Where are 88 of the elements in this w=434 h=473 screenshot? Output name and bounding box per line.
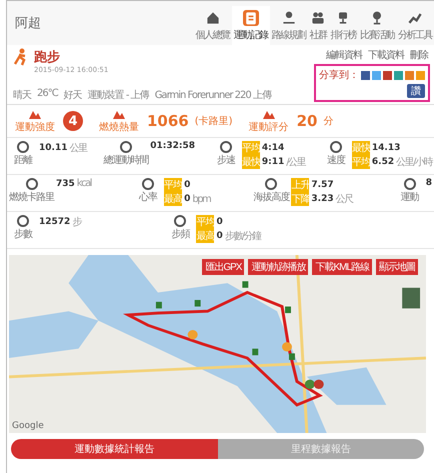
stat-label: 速度: [326, 154, 345, 167]
stat-tag: 最快: [242, 155, 260, 169]
stat-value: 6.52: [372, 157, 394, 167]
stat-tag: 下降: [291, 192, 310, 206]
condition-text: 好天: [64, 89, 82, 102]
stat-tag: 平均: [352, 155, 370, 169]
stat-tag: 最高: [164, 192, 182, 206]
stat-icon: [402, 178, 417, 190]
stat-unit: 步數/分鐘: [224, 230, 261, 243]
stat-value: 9:11: [262, 157, 284, 167]
stat-value: 12572: [39, 217, 70, 227]
summary-value: 1066: [147, 112, 189, 130]
nav-tab[interactable]: 社群: [308, 6, 328, 45]
stat-tag: 平均: [242, 141, 260, 155]
map-button[interactable]: 顯示地圖: [376, 259, 418, 275]
summary-unit: 分: [323, 115, 334, 128]
activity-type: 跑步: [34, 49, 61, 66]
stat-value: 14.13: [372, 143, 400, 153]
stat-unit: 公里/小時: [396, 156, 432, 169]
stat-tag: 最快: [352, 141, 370, 155]
nav-icon: [204, 10, 220, 26]
stat-value: 01:32:58: [150, 141, 196, 151]
stat-unit: kcal: [76, 178, 91, 189]
nav-icon: [280, 10, 296, 26]
condition-text: 26°C: [37, 88, 58, 101]
nav-tab[interactable]: 分析工具: [396, 6, 434, 45]
share-label: 分享到：: [319, 68, 359, 82]
like-button[interactable]: 讚: [407, 84, 425, 98]
action-link[interactable]: 編輯資料: [326, 48, 362, 62]
stat-unit: 公尺: [336, 193, 353, 206]
stat-unit: bpm: [192, 194, 210, 204]
user-name: 阿超: [15, 15, 41, 32]
stat-icon: [118, 141, 133, 153]
stat-value: 4:14: [262, 143, 284, 153]
summary-label: 運動評分: [248, 120, 289, 134]
map-button[interactable]: 運動軌跡播放: [248, 259, 308, 275]
nav-tab[interactable]: 路線規劃: [270, 6, 308, 45]
action-link[interactable]: 刪除: [410, 48, 428, 62]
stat-value: 7.57: [311, 180, 334, 190]
map-button[interactable]: 匯出GPX: [202, 259, 244, 275]
stat-value: 10.11: [39, 143, 68, 153]
map-attribution: Google: [12, 421, 44, 431]
nav-icon: [242, 10, 258, 26]
stat-label: 總運動時間: [103, 154, 148, 167]
summary-value: 20: [296, 112, 318, 130]
stat-icon: [141, 178, 156, 190]
stat-label: 心率: [139, 190, 158, 204]
stat-unit: 公里: [69, 142, 86, 155]
stat-value: 3.23: [311, 194, 334, 204]
stat-label: 步頻: [171, 228, 190, 241]
stat-value: 735: [56, 178, 75, 188]
stat-value: 0: [184, 194, 190, 204]
stat-label: 步數: [14, 228, 32, 241]
stat-value: 0: [216, 217, 223, 227]
stat-icon: [16, 215, 30, 227]
stat-icon: [328, 141, 343, 153]
action-link[interactable]: 下載資料: [368, 48, 404, 62]
stat-label: 海拔高度: [253, 190, 290, 204]
condition-text: 運動裝置 - 上傳: [88, 88, 149, 102]
stat-unit: 步: [72, 216, 81, 229]
map-button[interactable]: 下載KML路線: [312, 259, 372, 275]
stat-icon: [218, 141, 233, 153]
stat-label: 步速: [216, 154, 235, 167]
stat-icon: [24, 178, 38, 190]
nav-tab[interactable]: 排行榜: [328, 6, 358, 45]
stat-label: 運動: [400, 191, 419, 204]
condition-text: 晴天: [13, 88, 31, 102]
stat-tag: 平均: [164, 178, 182, 192]
condition-text: Garmin Forerunner 220 上傳: [154, 88, 271, 102]
summary-label: 燃燒熱量: [99, 120, 139, 134]
stat-label: 距離: [14, 154, 32, 167]
stat-value: 0: [216, 231, 223, 241]
stat-value: 0: [184, 180, 190, 190]
stat-tag: 上升: [291, 178, 310, 192]
intensity-badge: 4: [63, 111, 83, 131]
stat-value: 8: [426, 178, 432, 188]
nav-icon: [310, 10, 326, 26]
summary-unit: (卡路里): [194, 114, 233, 128]
stat-icon: [16, 141, 30, 153]
stat-icon: [173, 215, 188, 227]
nav-tab[interactable]: 運動記錄: [232, 6, 270, 45]
nav-tab[interactable]: 個人總覽: [194, 6, 232, 45]
summary-label: 運動強度: [15, 120, 55, 134]
stat-icon: [264, 178, 278, 190]
stat-label: 燃燒卡路里: [9, 190, 54, 204]
stat-unit: /公里: [286, 156, 306, 169]
report-tab[interactable]: 運動數據統計報告: [11, 439, 218, 459]
nav-tab[interactable]: 比賽活動: [358, 6, 396, 45]
